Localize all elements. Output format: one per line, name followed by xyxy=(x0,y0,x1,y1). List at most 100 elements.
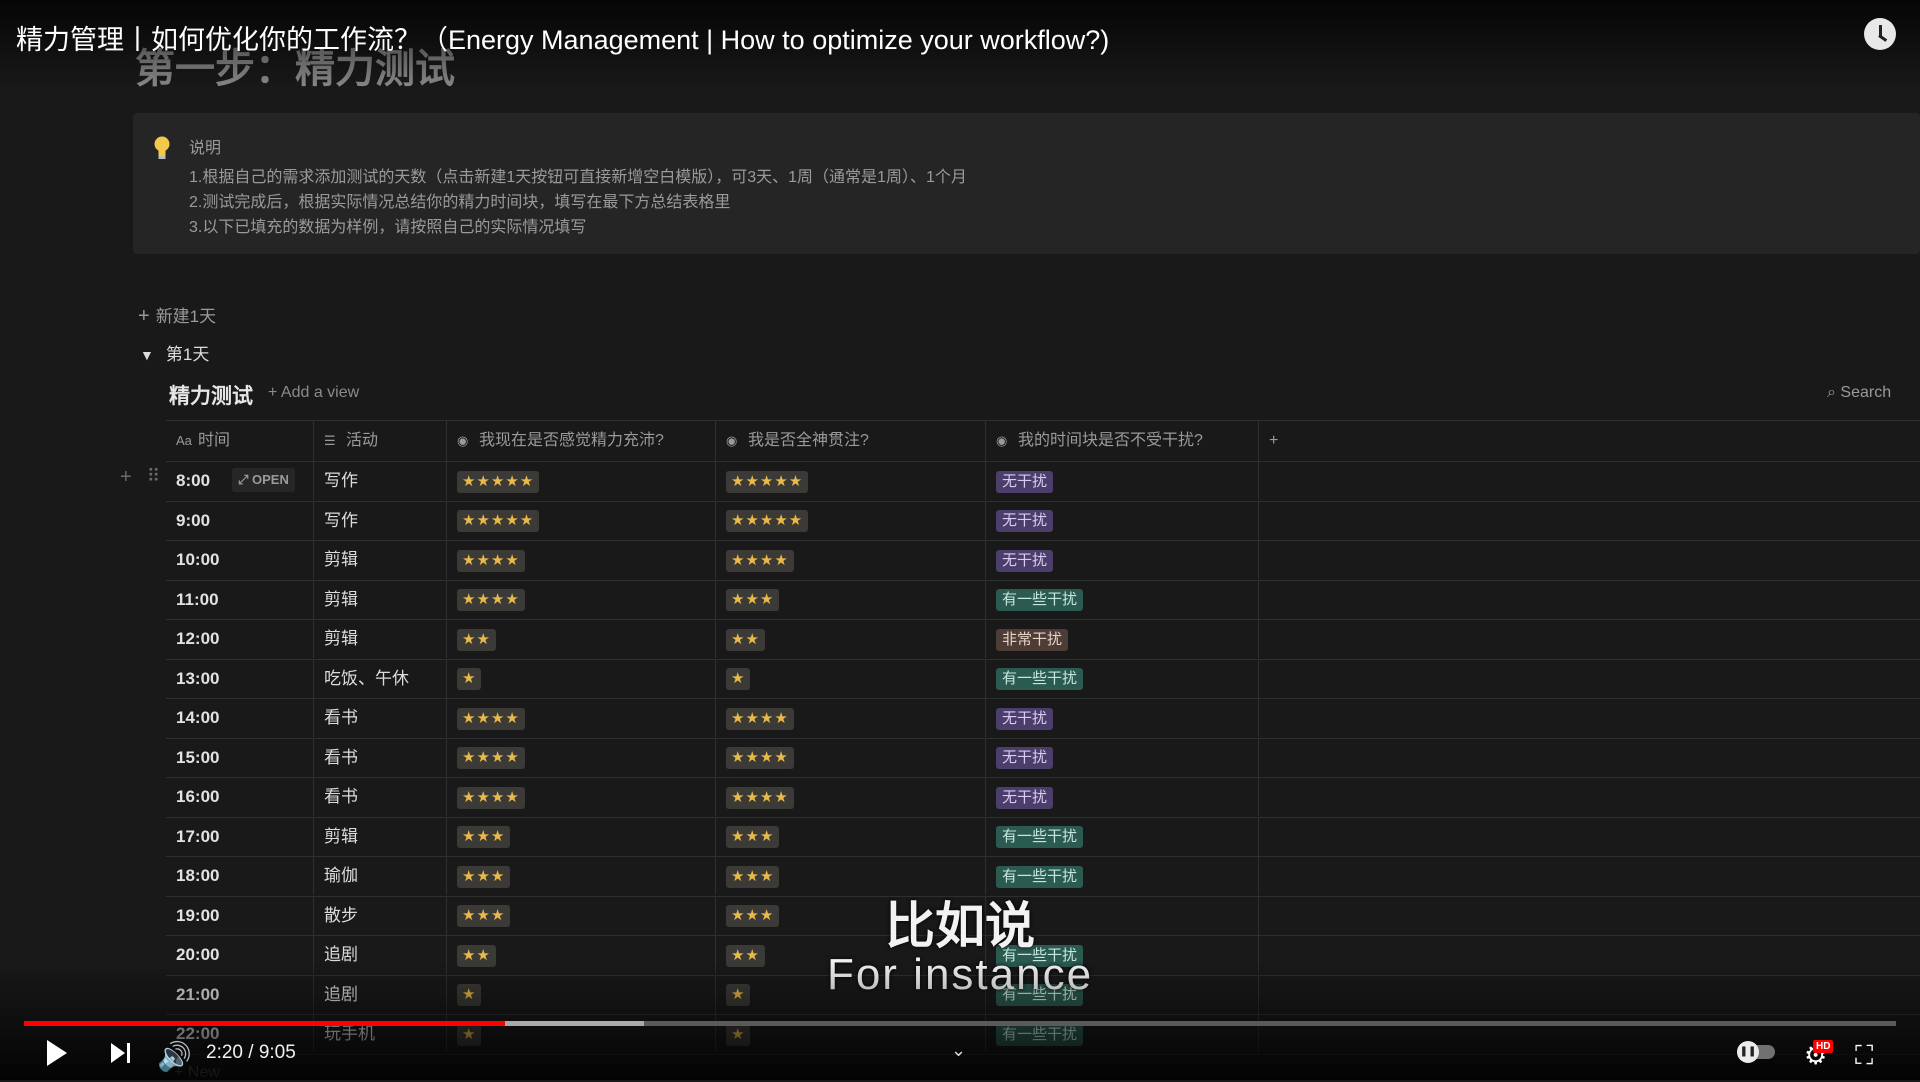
activity-cell[interactable]: 吃饭、午休 xyxy=(314,658,447,698)
new-day-button[interactable]: + 新建1天 xyxy=(138,302,216,328)
interruption-cell[interactable]: 无干扰 xyxy=(986,500,1259,540)
time-value: 16:00 xyxy=(176,787,220,806)
interruption-tag: 无干扰 xyxy=(996,510,1054,533)
activity-cell[interactable]: 剪辑 xyxy=(314,816,447,856)
focus-cell[interactable]: ★ xyxy=(716,658,986,698)
time-cell[interactable]: 17:00 xyxy=(166,816,314,856)
activity-cell[interactable]: 玩手机 xyxy=(314,1014,447,1053)
time-cell[interactable]: 10:00 xyxy=(166,540,314,579)
activity-cell[interactable]: 剪辑 xyxy=(314,619,447,658)
focus-cell[interactable]: ★★★ xyxy=(716,816,986,856)
column-header-focus[interactable]: ◉ 我是否全神贯注? xyxy=(716,421,986,461)
next-icon[interactable] xyxy=(111,1043,125,1063)
interruption-cell[interactable]: 无干扰 xyxy=(986,540,1259,579)
time-cell[interactable]: 15:00 xyxy=(166,737,314,777)
focus-cell[interactable]: ★★★★ xyxy=(716,540,986,579)
table-row[interactable]: 12:00 剪辑 ★★ ★★ 非常干扰 xyxy=(166,619,1920,660)
empty-cell xyxy=(1259,540,1920,579)
focus-cell[interactable]: ★★★★★ xyxy=(716,461,986,500)
interruption-cell[interactable]: 有一些干扰 xyxy=(986,579,1259,619)
column-header-interruption[interactable]: ◉ 我的时间块是否不受干扰? xyxy=(986,421,1259,461)
focus-cell[interactable]: ★★★★ xyxy=(716,698,986,737)
toggle-triangle-icon[interactable]: ▼ xyxy=(140,347,154,363)
add-view-button[interactable]: + Add a view xyxy=(268,384,359,402)
activity-cell[interactable]: 剪辑 xyxy=(314,540,447,579)
time-cell[interactable]: 16:00 xyxy=(166,777,314,816)
interruption-cell[interactable]: 无干扰 xyxy=(986,461,1259,500)
column-header-activity[interactable]: ☰ 活动 xyxy=(314,421,447,461)
activity-cell[interactable]: 剪辑 xyxy=(314,579,447,619)
table-row[interactable]: 13:00 吃饭、午休 ★ ★ 有一些干扰 xyxy=(166,658,1920,699)
interruption-cell[interactable]: 非常干扰 xyxy=(986,619,1259,658)
column-header-time[interactable]: Aa 时间 xyxy=(166,421,314,461)
energy-cell[interactable]: ★★★★ xyxy=(447,737,716,777)
exit-fullscreen-icon[interactable]: ⛶ xyxy=(1855,1040,1873,1072)
activity-cell[interactable]: 写作 xyxy=(314,461,447,500)
focus-cell[interactable]: ★ xyxy=(716,1014,986,1053)
add-column-button[interactable]: + xyxy=(1259,421,1319,461)
focus-cell[interactable]: ★★★★ xyxy=(716,737,986,777)
interruption-cell[interactable]: 有一些干扰 xyxy=(986,658,1259,698)
activity-cell[interactable]: 看书 xyxy=(314,698,447,737)
focus-cell[interactable]: ★★★ xyxy=(716,579,986,619)
energy-cell[interactable]: ★★★★ xyxy=(447,777,716,816)
focus-cell[interactable]: ★★★★ xyxy=(716,777,986,816)
play-icon[interactable] xyxy=(47,1040,67,1066)
chevron-down-icon[interactable]: ⌄ xyxy=(951,1040,966,1061)
table-row[interactable]: 16:00 看书 ★★★★ ★★★★ 无干扰 xyxy=(166,777,1920,818)
open-button[interactable]: ⤢ OPEN xyxy=(232,468,295,492)
table-row[interactable]: 10:00 剪辑 ★★★★ ★★★★ 无干扰 xyxy=(166,540,1920,581)
time-cell[interactable]: 9:00 xyxy=(166,500,314,540)
energy-cell[interactable]: ★ xyxy=(447,658,716,698)
volume-icon[interactable]: 🔊 xyxy=(157,1040,192,1073)
time-value: 12:00 xyxy=(176,629,220,648)
energy-cell[interactable]: ★★★★★ xyxy=(447,461,716,500)
subtitle-english: For instance xyxy=(826,950,1094,999)
focus-cell[interactable]: ★★★★★ xyxy=(716,500,986,540)
table-row[interactable]: 14:00 看书 ★★★★ ★★★★ 无干扰 xyxy=(166,698,1920,739)
interruption-cell[interactable]: 有一些干扰 xyxy=(986,1014,1259,1053)
activity-cell[interactable]: 看书 xyxy=(314,777,447,816)
time-cell[interactable]: 13:00 xyxy=(166,658,314,698)
star-rating-tag: ★★★ xyxy=(726,826,780,849)
table-row[interactable]: 15:00 看书 ★★★★ ★★★★ 无干扰 xyxy=(166,737,1920,778)
empty-cell xyxy=(1259,461,1920,500)
energy-cell[interactable]: ★★★★ xyxy=(447,698,716,737)
energy-cell[interactable]: ★ xyxy=(447,1014,716,1053)
energy-cell[interactable]: ★★★★★ xyxy=(447,500,716,540)
star-rating-tag: ★ xyxy=(726,668,751,691)
table-row[interactable]: 9:00 写作 ★★★★★ ★★★★★ 无干扰 xyxy=(166,500,1920,541)
time-cell[interactable]: 14:00 xyxy=(166,698,314,737)
toggle-day-1[interactable]: ▼ 第1天 xyxy=(140,340,209,365)
energy-cell[interactable]: ★★★ xyxy=(447,816,716,856)
table-row[interactable]: 8:00 ⤢ OPEN 写作 ★★★★★ ★★★★★ 无干扰 xyxy=(166,461,1920,502)
focus-cell[interactable]: ★★ xyxy=(716,619,986,658)
interruption-cell[interactable]: 无干扰 xyxy=(986,777,1259,816)
table-row[interactable]: 17:00 剪辑 ★★★ ★★★ 有一些干扰 xyxy=(166,816,1920,857)
search-button[interactable]: ⌕ Search xyxy=(1827,384,1891,402)
time-cell[interactable]: 8:00 ⤢ OPEN xyxy=(166,461,314,500)
energy-cell[interactable]: ★★★★ xyxy=(447,540,716,579)
watch-later-clock-icon[interactable] xyxy=(1864,18,1896,50)
interruption-cell[interactable]: 有一些干扰 xyxy=(986,816,1259,856)
column-header-energy[interactable]: ◉ 我现在是否感觉精力充沛? xyxy=(447,421,716,461)
energy-cell[interactable]: ★★ xyxy=(447,619,716,658)
table-row[interactable]: 11:00 剪辑 ★★★★ ★★★ 有一些干扰 xyxy=(166,579,1920,620)
select-icon: ◉ xyxy=(996,433,1008,448)
interruption-cell[interactable]: 无干扰 xyxy=(986,737,1259,777)
autoplay-pause-icon[interactable]: ❚❚ xyxy=(1737,1041,1759,1063)
interruption-cell[interactable]: 无干扰 xyxy=(986,698,1259,737)
lightbulb-icon xyxy=(154,136,170,159)
empty-cell xyxy=(1259,659,1920,698)
video-title[interactable]: 精力管理丨如何优化你的工作流？（Energy Management | How … xyxy=(16,18,1109,57)
database-title[interactable]: 精力测试 xyxy=(169,380,253,410)
activity-cell[interactable]: 看书 xyxy=(314,737,447,777)
energy-cell[interactable]: ★★★★ xyxy=(447,579,716,619)
drag-handle-icon[interactable]: ⠿ xyxy=(147,466,160,487)
time-cell[interactable]: 12:00 xyxy=(166,619,314,658)
activity-cell[interactable]: 写作 xyxy=(314,500,447,540)
time-cell[interactable]: 11:00 xyxy=(166,579,314,619)
interruption-tag: 无干扰 xyxy=(996,470,1054,493)
table-header: Aa 时间 ☰ 活动 ◉ 我现在是否感觉精力充沛? ◉ 我是否全神贯注? ◉ 我的时间块是… xyxy=(166,420,1920,462)
add-row-handle-icon[interactable]: + xyxy=(120,466,132,489)
